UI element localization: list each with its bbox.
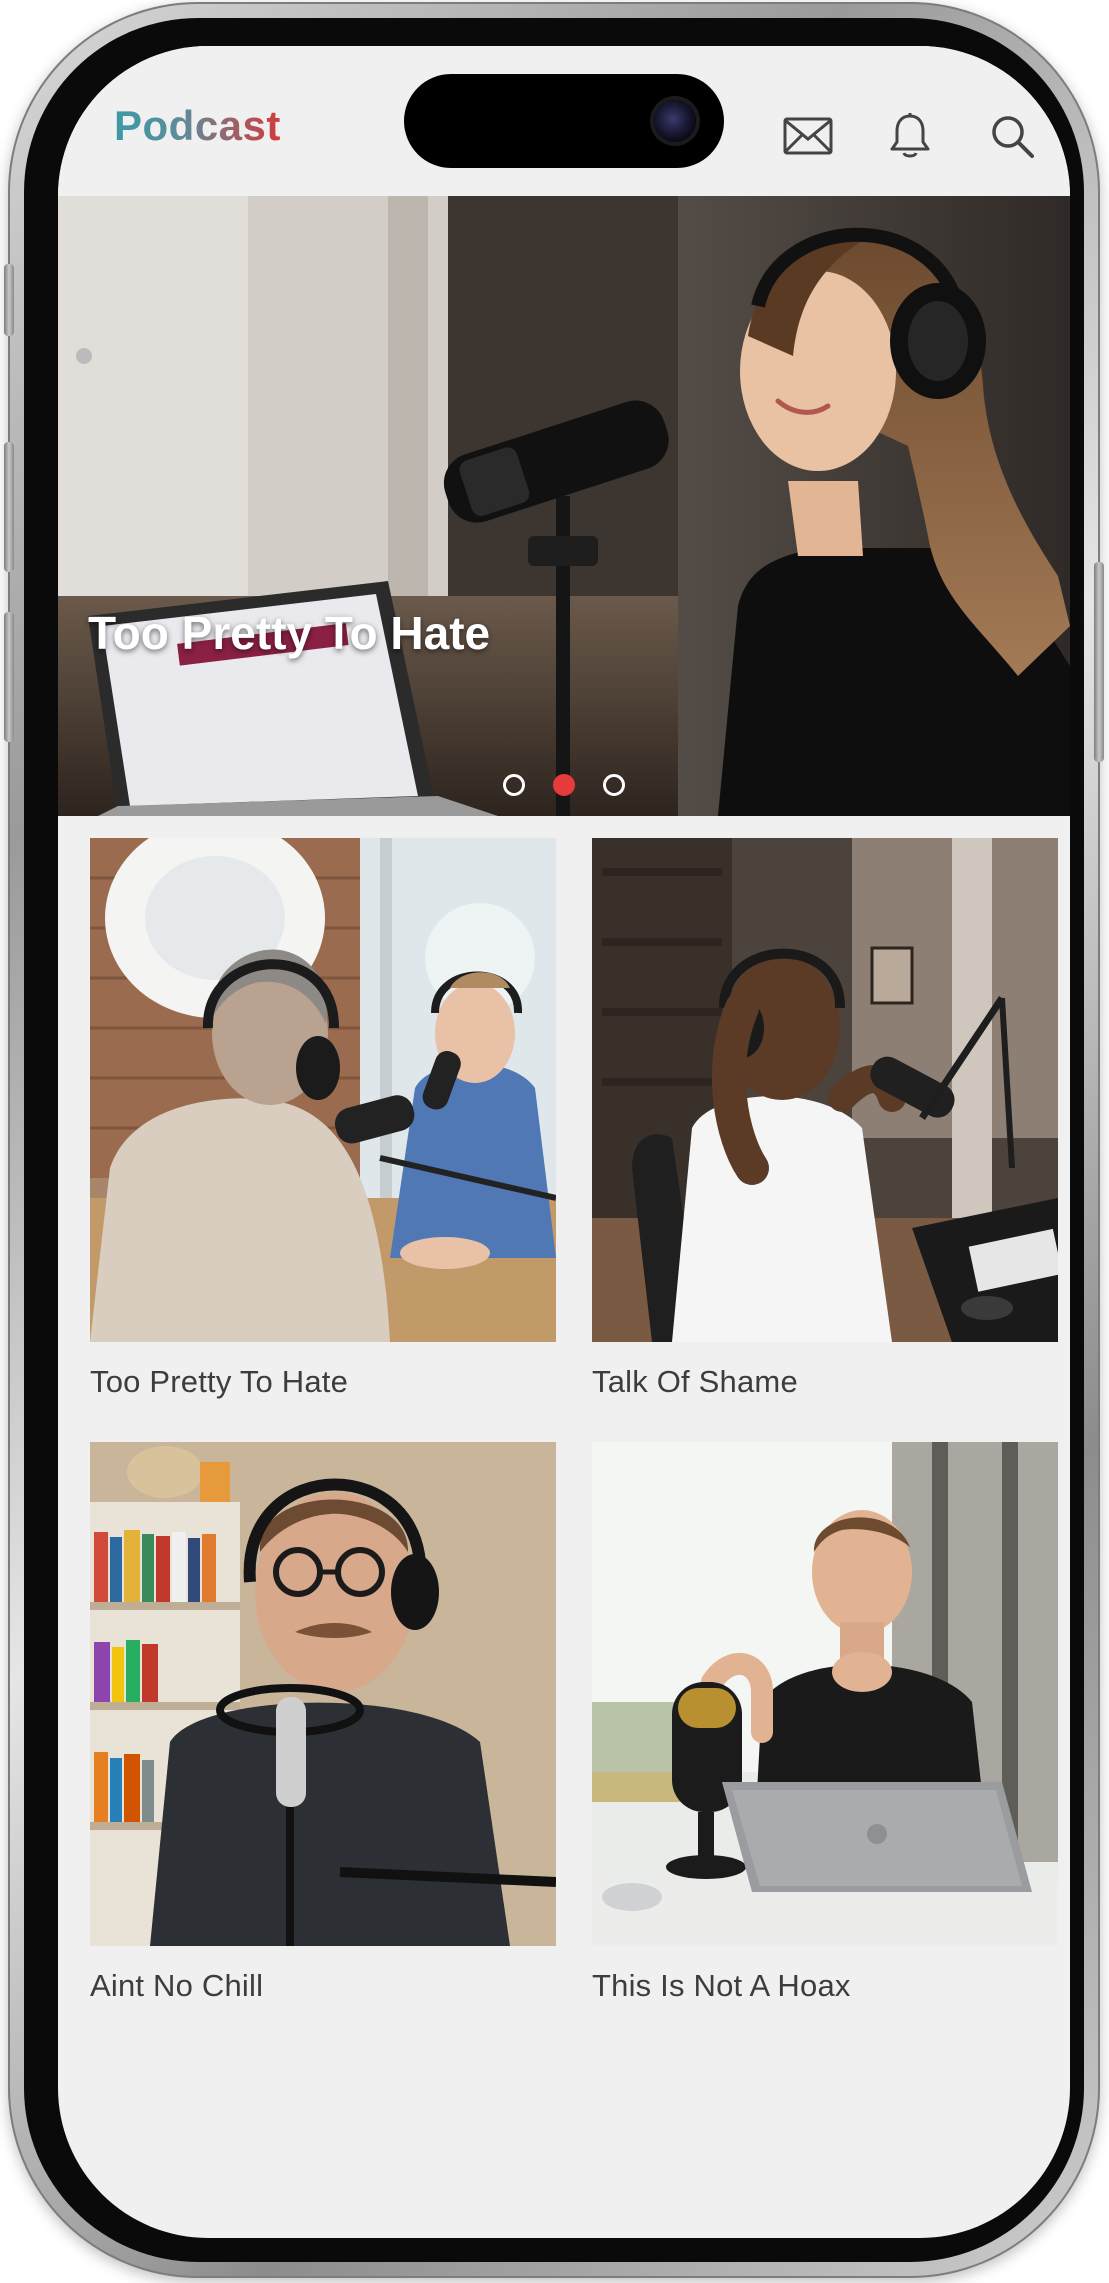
phone-frame: Podcast Too Pretty To Hate Too Pretty To… [4, 2, 1104, 2278]
app-logo[interactable]: Podcast [114, 102, 281, 150]
power-button [1094, 562, 1104, 762]
carousel-dot-2-active[interactable] [553, 774, 575, 796]
screen: Podcast Too Pretty To Hate Too Pretty To… [58, 46, 1070, 2238]
carousel-dot-1[interactable] [503, 774, 525, 796]
podcast-thumbnail[interactable] [592, 838, 1058, 1342]
bell-icon [888, 112, 932, 160]
dynamic-island [404, 74, 724, 168]
notifications-button[interactable] [882, 108, 938, 164]
featured-podcast-image[interactable] [58, 196, 1070, 816]
podcast-card[interactable]: This Is Not A Hoax [592, 1442, 1058, 2004]
mail-icon [783, 116, 833, 156]
podcast-card[interactable]: Talk Of Shame [592, 838, 1058, 1400]
search-icon [989, 113, 1035, 159]
front-camera [654, 100, 696, 142]
featured-carousel[interactable]: Too Pretty To Hate [58, 196, 1070, 816]
featured-title[interactable]: Too Pretty To Hate [88, 606, 490, 660]
podcast-thumbnail[interactable] [592, 1442, 1058, 1946]
podcast-title[interactable]: Aint No Chill [90, 1968, 556, 2004]
podcast-title[interactable]: Too Pretty To Hate [90, 1364, 556, 1400]
podcast-title[interactable]: Talk Of Shame [592, 1364, 1058, 1400]
carousel-dot-3[interactable] [603, 774, 625, 796]
podcast-thumbnail[interactable] [90, 1442, 556, 1946]
volume-down-button [4, 612, 14, 742]
volume-up-button [4, 442, 14, 572]
search-button[interactable] [984, 108, 1040, 164]
podcast-card[interactable]: Too Pretty To Hate [90, 838, 556, 1400]
podcast-card[interactable]: Aint No Chill [90, 1442, 556, 2004]
action-button [4, 264, 14, 336]
carousel-pagination [58, 774, 1070, 796]
mail-button[interactable] [780, 108, 836, 164]
podcast-title[interactable]: This Is Not A Hoax [592, 1968, 1058, 2004]
podcast-thumbnail[interactable] [90, 838, 556, 1342]
